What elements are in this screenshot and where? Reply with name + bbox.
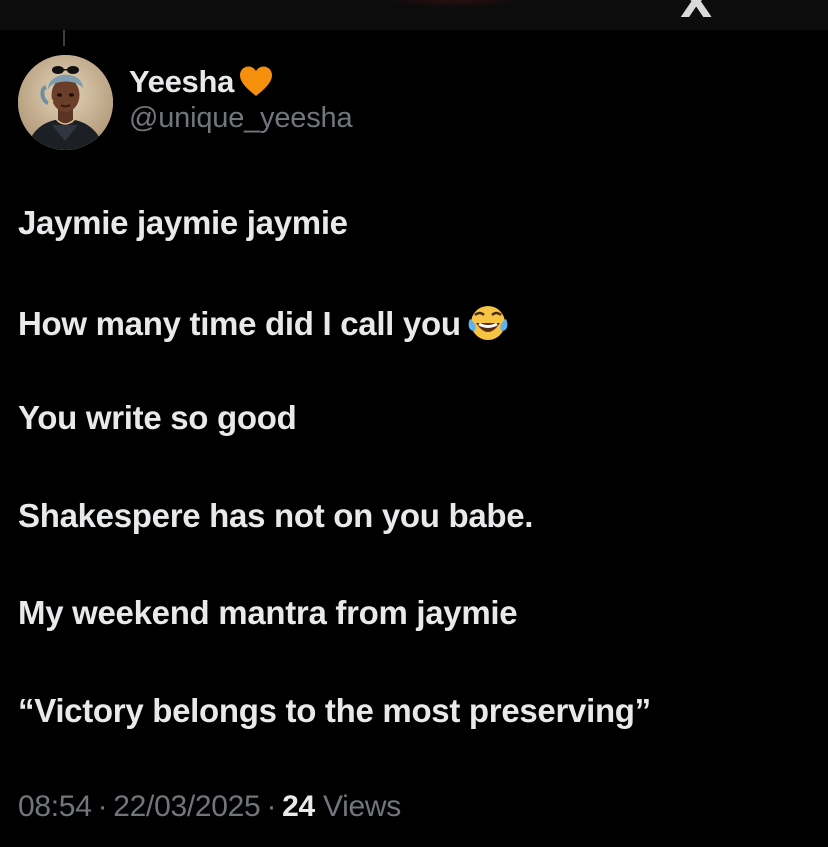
thread-connector-line bbox=[63, 30, 65, 46]
tweet-line: Shakespere has not on you babe. bbox=[18, 496, 818, 536]
display-name-row: Yeesha bbox=[129, 62, 352, 102]
face-with-tears-of-joy-icon bbox=[467, 301, 509, 343]
tweet-line: Jaymie jaymie jaymie bbox=[18, 203, 818, 243]
avatar[interactable] bbox=[18, 55, 113, 150]
x-logo-icon: X bbox=[680, 0, 712, 27]
tweet-time[interactable]: 08:54 bbox=[18, 790, 92, 823]
display-name[interactable]: Yeesha bbox=[129, 64, 234, 100]
tweet-date[interactable]: 22/03/2025 bbox=[113, 790, 260, 823]
tweet-line: How many time did I call you bbox=[18, 301, 818, 343]
tweet-body: Jaymie jaymie jaymie How many time did I… bbox=[18, 203, 818, 789]
avatar-illustration bbox=[18, 55, 113, 150]
tweet-line-text: Shakespere has not on you babe. bbox=[18, 496, 534, 534]
meta-separator: · bbox=[266, 790, 277, 823]
tweet-line-text: Jaymie jaymie jaymie bbox=[18, 204, 348, 241]
views-count[interactable]: 24 bbox=[282, 790, 315, 823]
top-glow bbox=[380, 0, 530, 8]
views-label[interactable]: Views bbox=[323, 790, 401, 823]
tweet-meta: 08:54 · 22/03/2025 · 24 Views bbox=[18, 790, 401, 824]
tweet-line-text: How many time did I call you bbox=[18, 304, 461, 342]
tweet-line-text: My weekend mantra from jaymie bbox=[18, 594, 518, 632]
top-bar-fragment: X bbox=[0, 0, 828, 30]
orange-heart-icon bbox=[238, 64, 274, 100]
meta-separator: · bbox=[97, 790, 108, 823]
tweet-line-text: “Victory belongs to the most preserving” bbox=[18, 691, 651, 729]
user-handle[interactable]: @unique_yeesha bbox=[129, 102, 353, 135]
tweet-line: You write so good bbox=[18, 398, 818, 438]
tweet-line: “Victory belongs to the most preserving” bbox=[18, 691, 818, 731]
tweet-line-text: You write so good bbox=[18, 399, 297, 437]
tweet-line: My weekend mantra from jaymie bbox=[18, 593, 818, 633]
tweet-author: Yeesha @unique_yeesha bbox=[129, 62, 353, 135]
